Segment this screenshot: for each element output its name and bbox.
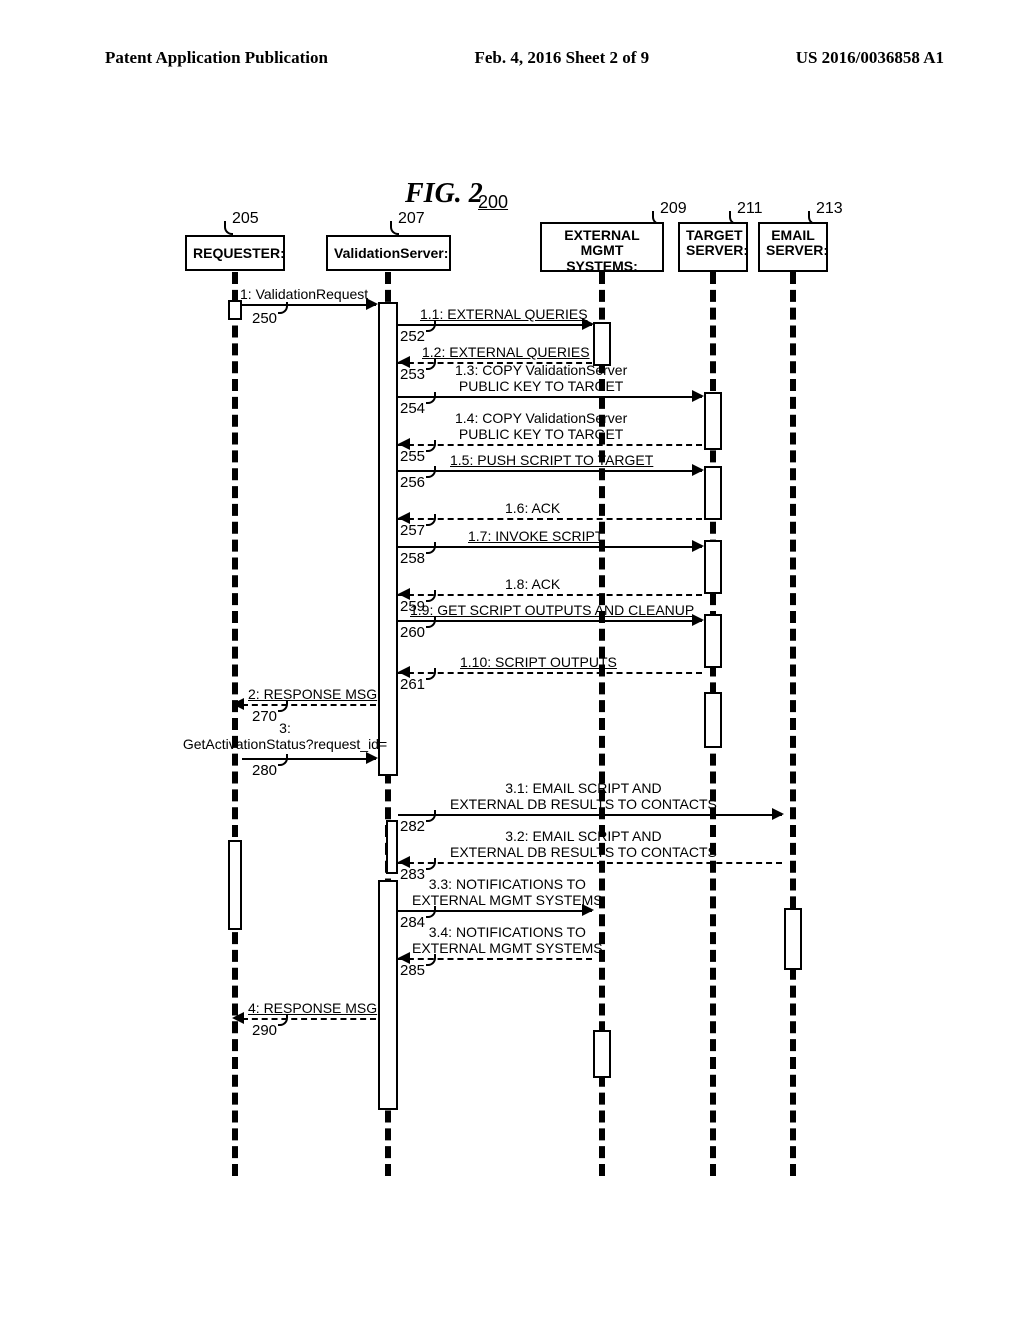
msg-1-6-label: 1.6: ACK: [505, 500, 560, 516]
ref-260: 260: [400, 624, 425, 641]
msg-1-5-label: 1.5: PUSH SCRIPT TO TARGET: [450, 452, 653, 468]
msg-1-7-label: 1.7: INVOKE SCRIPT: [468, 528, 603, 544]
participant-email-server: EMAIL SERVER:: [758, 222, 828, 272]
msg-1-7-arrow: [398, 546, 702, 548]
msg-3-4-label: 3.4: NOTIFICATIONS TO EXTERNAL MGMT SYST…: [412, 924, 603, 956]
header-right: US 2016/0036858 A1: [796, 48, 944, 68]
figure-number: 200: [478, 192, 508, 213]
page: Patent Application Publication Feb. 4, 2…: [0, 0, 1024, 1320]
callout-207: 207: [398, 210, 425, 228]
msg-2-label: 2: RESPONSE MSG: [248, 686, 377, 702]
msg-1-1-label: 1.1: EXTERNAL QUERIES: [420, 306, 588, 322]
msg-1-arrow: [242, 304, 376, 306]
msg-4-label: 4: RESPONSE MSG: [248, 1000, 377, 1016]
ref-258: 258: [400, 550, 425, 567]
participant-validation-server: ValidationServer:: [326, 235, 451, 271]
callout-213: 213: [816, 200, 843, 218]
ref-250: 250: [252, 310, 277, 327]
act-requester-2: [228, 840, 242, 930]
msg-4-arrow: [242, 1018, 376, 1020]
msg-3-1-arrow: [398, 814, 782, 816]
ref-255: 255: [400, 448, 425, 465]
lifeline-email: [790, 272, 796, 1176]
act-validation-1: [378, 302, 398, 776]
participant-target-server: TARGET SERVER:: [678, 222, 748, 272]
act-validation-inner: [386, 820, 398, 874]
msg-1-10-label: 1.10: SCRIPT OUTPUTS: [460, 654, 617, 670]
ref-257: 257: [400, 522, 425, 539]
callout-211: 211: [737, 200, 763, 218]
ref-285: 285: [400, 962, 425, 979]
msg-1-6-arrow: [398, 518, 702, 520]
msg-2-arrow: [242, 704, 376, 706]
ref-256: 256: [400, 474, 425, 491]
msg-3-arrow: [242, 758, 376, 760]
ref-252: 252: [400, 328, 425, 345]
msg-3-3-label: 3.3: NOTIFICATIONS TO EXTERNAL MGMT SYST…: [412, 876, 603, 908]
msg-1-2-label: 1.2: EXTERNAL QUERIES: [422, 344, 590, 360]
act-ems-2: [593, 1030, 611, 1078]
msg-3-2-arrow: [398, 862, 782, 864]
msg-1-9-arrow: [398, 620, 702, 622]
ref-282: 282: [400, 818, 425, 835]
act-validation-2: [378, 880, 398, 1110]
ref-280: 280: [252, 762, 277, 779]
msg-1-9-label: 1.9: GET SCRIPT OUTPUTS AND CLEANUP: [410, 602, 694, 618]
ref-290: 290: [252, 1022, 277, 1039]
header-mid: Feb. 4, 2016 Sheet 2 of 9: [474, 48, 649, 68]
msg-3-label: 3: GetActivationStatus?request_id=: [175, 720, 395, 752]
header-left: Patent Application Publication: [105, 48, 328, 68]
msg-1-8-label: 1.8: ACK: [505, 576, 560, 592]
msg-1-5-arrow: [398, 470, 702, 472]
act-em-1: [784, 908, 802, 970]
callout-209: 209: [660, 200, 687, 218]
act-requester-1: [228, 300, 242, 320]
callout-205: 205: [232, 210, 259, 228]
figure-label: FIG. 2: [405, 178, 483, 210]
ref-254: 254: [400, 400, 425, 417]
msg-1-4-arrow: [398, 444, 702, 446]
act-ts-4: [704, 614, 722, 668]
msg-1-8-arrow: [398, 594, 702, 596]
page-header: Patent Application Publication Feb. 4, 2…: [0, 48, 1024, 68]
act-ts-1: [704, 392, 722, 450]
ref-253: 253: [400, 366, 425, 383]
act-ems-1: [593, 322, 611, 366]
msg-1-10-arrow: [398, 672, 702, 674]
msg-1-label: 1: ValidationRequest: [240, 286, 368, 302]
ref-261: 261: [400, 676, 425, 693]
msg-3-2-label: 3.2: EMAIL SCRIPT AND EXTERNAL DB RESULT…: [450, 828, 717, 860]
msg-1-3-arrow: [398, 396, 702, 398]
act-ts-2: [704, 466, 722, 520]
participant-external-mgmt: EXTERNAL MGMT SYSTEMS:: [540, 222, 664, 272]
msg-3-1-label: 3.1: EMAIL SCRIPT AND EXTERNAL DB RESULT…: [450, 780, 717, 812]
act-ts-3: [704, 540, 722, 594]
participant-requester: REQUESTER:: [185, 235, 285, 271]
act-ts-5: [704, 692, 722, 748]
msg-1-4-label: 1.4: COPY ValidationServer PUBLIC KEY TO…: [455, 410, 627, 442]
msg-1-3-label: 1.3: COPY ValidationServer PUBLIC KEY TO…: [455, 362, 627, 394]
